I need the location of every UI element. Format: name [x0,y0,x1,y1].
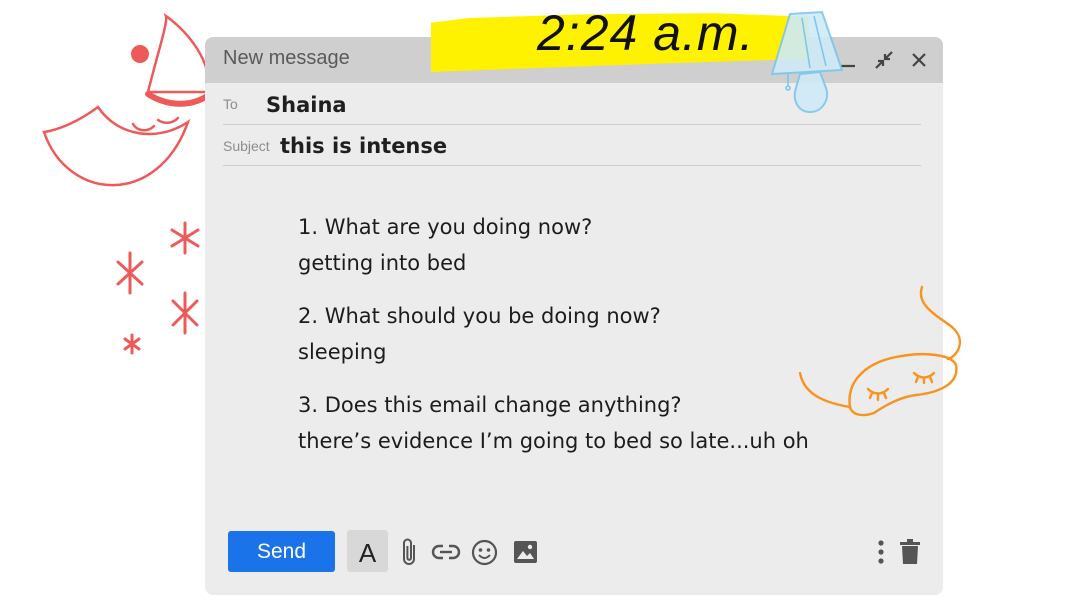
qa-item: 1. What are you doing now? getting into … [298,209,918,281]
more-options-icon[interactable] [874,539,888,567]
answer-text: there’s evidence I’m going to bed so lat… [298,429,809,453]
question-text: 1. What are you doing now? [298,215,593,239]
send-button[interactable]: Send [228,531,335,572]
time-label: 2:24 a.m. [537,5,755,61]
compose-title: New message [223,47,350,69]
trash-icon[interactable] [899,539,921,565]
format-text-button[interactable]: A [347,530,388,572]
emoji-icon[interactable] [471,539,498,566]
lamp-illustration [770,10,844,114]
sleepy-moon-illustration [42,12,213,187]
link-icon[interactable] [431,541,461,563]
subject-field[interactable]: Subject this is intense [223,125,921,166]
answer-text: getting into bed [298,251,467,275]
image-icon[interactable] [513,540,538,564]
recipient-value[interactable]: Shaina [266,93,347,117]
to-label: To [223,96,238,112]
close-icon[interactable] [908,49,930,71]
subject-label: Subject [223,138,270,154]
attach-icon[interactable] [399,537,421,567]
subject-value[interactable]: this is intense [280,134,447,158]
sleep-mask-illustration [798,285,962,417]
exit-fullscreen-icon[interactable] [873,49,895,71]
